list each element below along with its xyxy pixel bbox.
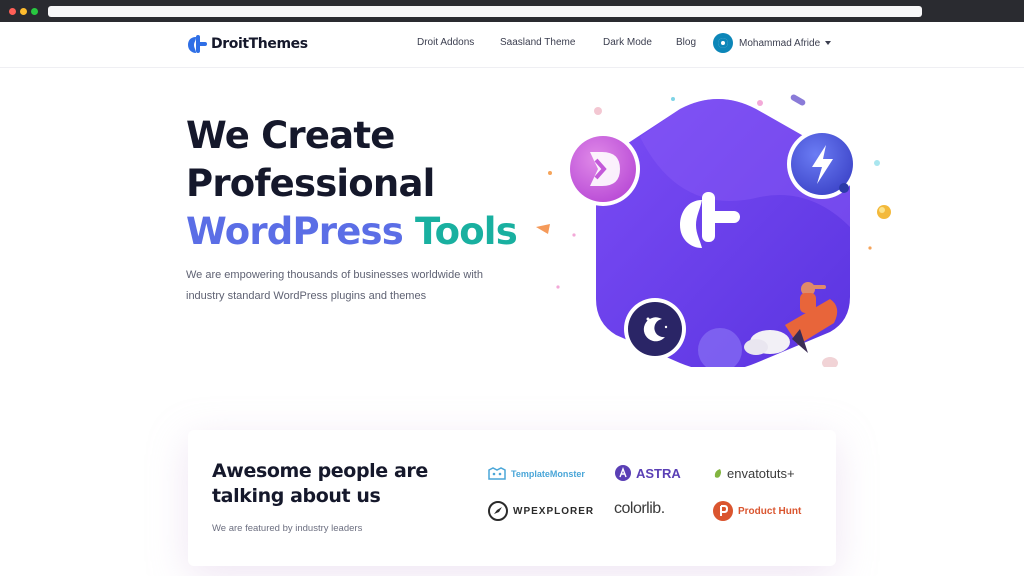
brand-colorlib[interactable]: colorlib.	[614, 500, 665, 518]
site-logo[interactable]: DroitThemes	[186, 32, 308, 56]
brand-wpexplorer-label: WPEXPLORER	[513, 505, 595, 517]
brand-wpexplorer[interactable]: WPEXPLORER	[488, 501, 594, 521]
hero-title-line3: WordPress Tools	[186, 208, 518, 256]
brand-astra[interactable]: ASTRA	[615, 465, 681, 481]
avatar	[713, 33, 733, 53]
minimize-window-button[interactable]	[20, 8, 27, 15]
user-menu[interactable]: Mohammad Afride	[713, 33, 832, 53]
user-name: Mohammad Afride	[739, 37, 821, 49]
nav-blog[interactable]: Blog	[676, 37, 696, 48]
hero-title: We Create Professional WordPress Tools	[186, 112, 518, 256]
featured-title-line2: talking about us	[212, 485, 381, 507]
hero-illustration	[536, 94, 891, 367]
browser-chrome	[0, 0, 1024, 22]
hero-title-line2: Professional	[186, 162, 435, 205]
logo-text: DroitThemes	[211, 36, 308, 52]
close-window-button[interactable]	[9, 8, 16, 15]
droit-logo-icon	[188, 35, 207, 53]
chevron-down-icon	[825, 41, 832, 45]
nav-droit-addons[interactable]: Droit Addons	[417, 37, 474, 48]
featured-subtitle: We are featured by industry leaders	[212, 523, 363, 534]
brand-envato-label: envatotuts+	[727, 466, 795, 481]
brand-colorlib-label: colorlib.	[614, 500, 665, 517]
astra-icon	[615, 465, 631, 481]
featured-title: Awesome people are talking about us	[212, 459, 462, 509]
featured-title-line1: Awesome people are	[212, 460, 428, 482]
hero-subtitle-line1: We are empowering thousands of businesse…	[186, 269, 483, 281]
brand-envato[interactable]: envatotuts+	[713, 466, 795, 481]
featured-card: Awesome people are talking about us We a…	[188, 430, 836, 566]
hero-subtitle: We are empowering thousands of businesse…	[186, 265, 546, 307]
hero-title-line1: We Create	[186, 114, 395, 157]
brand-product-hunt-label: Product Hunt	[738, 505, 802, 517]
site-header: DroitThemes Droit Addons Saasland Theme …	[0, 22, 1024, 68]
template-monster-icon	[488, 467, 506, 480]
nav-saasland-theme[interactable]: Saasland Theme	[500, 37, 575, 48]
wpexplorer-compass-icon	[488, 501, 508, 521]
brand-templatemonster[interactable]: TemplateMonster	[488, 467, 585, 481]
page: DroitThemes Droit Addons Saasland Theme …	[0, 22, 1024, 576]
envato-leaf-icon	[714, 468, 721, 478]
hero-title-wordpress: WordPress	[186, 210, 404, 253]
product-hunt-icon	[713, 501, 733, 521]
brand-product-hunt[interactable]: Product Hunt	[713, 501, 801, 521]
hero-subtitle-line2: industry standard WordPress plugins and …	[186, 290, 427, 302]
nav-dark-mode[interactable]: Dark Mode	[603, 37, 652, 48]
brand-templatemonster-label: TemplateMonster	[511, 469, 585, 479]
hero-title-tools: Tools	[415, 210, 518, 253]
maximize-window-button[interactable]	[31, 8, 38, 15]
brand-astra-label: ASTRA	[636, 465, 681, 481]
address-bar[interactable]	[48, 6, 922, 17]
